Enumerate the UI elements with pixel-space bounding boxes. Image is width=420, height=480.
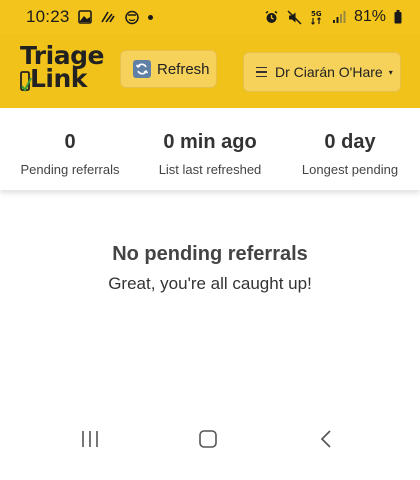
refresh-button[interactable]: Refresh (120, 50, 217, 88)
stat-label: Pending referrals (20, 162, 120, 177)
back-icon[interactable] (306, 424, 346, 454)
alarm-icon (264, 10, 279, 25)
status-bar: 10:23 5G 81% (0, 0, 420, 34)
stat-value: 0 day (324, 131, 376, 153)
app-header: Triage Link Refresh Dr Ciarán O'Hare ▾ (0, 34, 420, 108)
image-icon (77, 10, 92, 24)
empty-state: No pending referrals Great, you're all c… (0, 243, 420, 294)
stat-longest-pending: 0 day Longest pending (280, 108, 420, 190)
signal-icon (332, 10, 346, 24)
logo-text-line2: Link (30, 64, 87, 93)
mute-icon (287, 9, 302, 25)
triagelink-logo[interactable]: Triage Link (20, 43, 104, 94)
home-icon[interactable] (188, 424, 228, 454)
user-menu-button[interactable]: Dr Ciarán O'Hare ▾ (243, 52, 401, 92)
empty-state-subtitle: Great, you're all caught up! (108, 274, 312, 293)
wifi-calling-icon (100, 10, 116, 24)
recent-apps-icon[interactable] (70, 424, 110, 454)
user-name: Dr Ciarán O'Hare (275, 64, 383, 80)
empty-state-title: No pending referrals (112, 243, 308, 265)
menu-icon (256, 66, 267, 78)
stats-panel: 0 Pending referrals 0 min ago List last … (0, 108, 420, 190)
refresh-button-label: Refresh (157, 60, 210, 78)
status-left: 10:23 (26, 7, 153, 27)
stat-value: 0 (64, 131, 76, 153)
stat-label: Longest pending (301, 162, 399, 177)
refresh-icon (133, 60, 151, 78)
stat-value: 0 min ago (163, 131, 257, 153)
stat-last-refreshed: 0 min ago List last refreshed (140, 108, 280, 190)
network-type: 5G (310, 9, 324, 25)
status-right: 5G 81% (264, 8, 402, 26)
stat-pending-referrals: 0 Pending referrals (0, 108, 140, 190)
caret-down-icon: ▾ (388, 67, 393, 77)
logo-check-icon (20, 70, 32, 99)
stat-label: List last refreshed (158, 162, 262, 177)
svg-text:5G: 5G (311, 10, 322, 18)
system-nav-bar (0, 420, 420, 460)
battery-level: 81% (353, 8, 386, 25)
notification-dot (147, 14, 153, 20)
battery-icon (394, 10, 402, 24)
status-time: 10:23 (26, 7, 70, 26)
face-icon (124, 9, 140, 25)
